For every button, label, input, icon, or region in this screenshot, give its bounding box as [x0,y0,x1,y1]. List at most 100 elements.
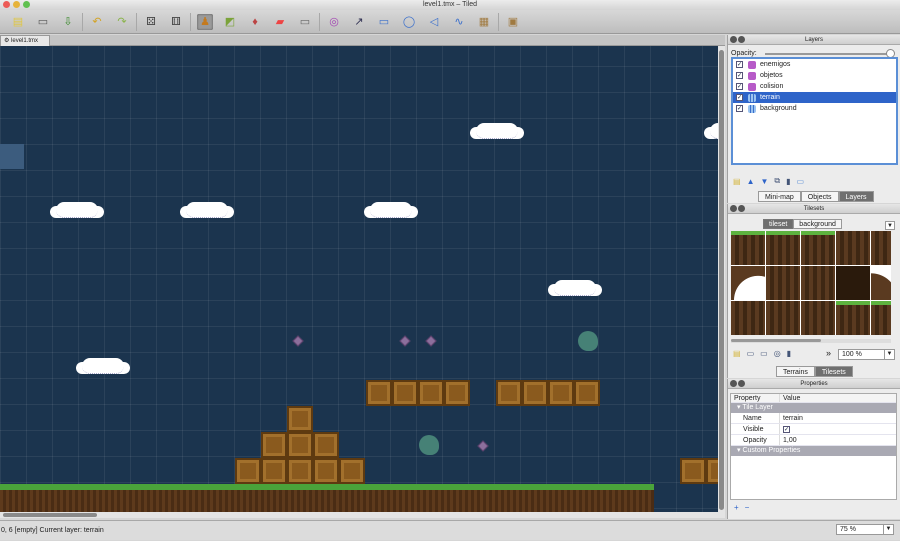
tab-layers[interactable]: Layers [838,191,874,202]
save-file-icon[interactable]: ⇩ [60,14,76,30]
rect-select-icon[interactable]: ▭ [297,14,313,30]
terrain-brush-icon[interactable]: ◩ [222,14,238,30]
tab-tilesets[interactable]: Tilesets [814,366,853,377]
tab-mini-map[interactable]: Mini-map [758,191,801,202]
tile[interactable] [836,301,870,335]
visible-checkbox[interactable]: ✓ [783,426,790,433]
property-row-name[interactable]: Name terrain [731,413,896,424]
document-tab[interactable]: ⚙ level1.tmx [0,35,50,46]
tile[interactable] [801,231,835,265]
duplicate-layer-icon[interactable]: ⧉ [774,176,780,186]
export-tileset-icon[interactable]: ▭ [760,349,768,358]
custom-properties-group[interactable]: ▾ Custom Properties [731,446,896,456]
scroll-thumb[interactable] [719,50,724,510]
insert-image-icon[interactable]: ▣ [505,14,521,30]
tab-tileset[interactable]: tileset [763,219,794,229]
layer-row-colision[interactable]: ✓ colision [733,81,896,92]
tab-background[interactable]: background [793,219,842,229]
tile[interactable] [836,266,870,300]
bucket-fill-icon[interactable]: ♦ [247,14,263,30]
property-row-visible[interactable]: Visible ✓ [731,424,896,435]
scroll-thumb[interactable] [731,339,821,342]
remove-property-icon[interactable]: − [745,503,750,512]
dice-icon[interactable]: ⚅ [168,14,184,30]
map-zoom-select[interactable]: 75 % ▼ [836,524,894,535]
insert-ellipse-icon[interactable]: ◯ [401,14,417,30]
import-tileset-icon[interactable]: ▭ [747,349,755,358]
scroll-thumb[interactable] [3,513,97,517]
tile[interactable] [871,231,891,265]
property-value[interactable]: ✓ [780,424,896,434]
undo-icon[interactable]: ↶ [89,14,105,30]
insert-polyline-icon[interactable]: ∿ [451,14,467,30]
open-file-icon[interactable]: ▭ [35,14,51,30]
value-column-header[interactable]: Value [780,394,896,402]
random-mode-icon[interactable]: ⚄ [143,14,159,30]
property-value[interactable]: 1,00 [780,435,896,445]
tab-terrains[interactable]: Terrains [776,366,815,377]
add-property-icon[interactable]: + [734,503,739,512]
insert-rectangle-icon[interactable]: ▭ [376,14,392,30]
map-canvas[interactable] [0,46,718,512]
magic-wand-icon[interactable]: ◎ [326,14,342,30]
tile-layer-group[interactable]: ▾ Tile Layer [731,403,896,413]
zoom-window-button[interactable] [23,1,30,8]
opacity-slider[interactable] [765,53,893,55]
redo-icon[interactable]: ↷ [114,14,130,30]
delete-layer-icon[interactable]: ▮ [786,177,790,186]
lower-layer-icon[interactable]: ▼ [760,177,768,186]
tile[interactable] [836,231,870,265]
tileset-zoom-select[interactable]: 100 % ▼ [838,349,895,360]
tile[interactable] [801,266,835,300]
minimize-window-button[interactable] [13,1,20,8]
raise-layer-icon[interactable]: ▲ [747,177,755,186]
visibility-checkbox[interactable]: ✓ [736,94,743,101]
layer-row-objetos[interactable]: ✓ objetos [733,70,896,81]
new-layer-icon[interactable]: ▤ [733,177,741,186]
insert-polygon-icon[interactable]: ◁ [426,14,442,30]
tile[interactable] [766,231,800,265]
edit-polygon-icon[interactable]: ↗ [351,14,367,30]
tileset-menu-button[interactable]: ▼ [885,221,895,230]
vertical-scrollbar[interactable] [718,46,725,512]
tile[interactable] [731,266,765,300]
layer-properties-icon[interactable]: ▭ [797,177,805,186]
visibility-checkbox[interactable]: ✓ [736,61,743,68]
tile[interactable] [871,301,891,335]
property-column-header[interactable]: Property [731,394,780,402]
tile[interactable] [731,231,765,265]
close-panel-icon[interactable] [730,380,737,387]
tile[interactable] [731,301,765,335]
stamp-brush-icon[interactable]: ♟ [197,13,213,30]
tile[interactable] [801,301,835,335]
horizontal-scrollbar[interactable] [0,512,725,518]
float-panel-icon[interactable] [738,36,745,43]
visibility-checkbox[interactable]: ✓ [736,83,743,90]
delete-tileset-icon[interactable]: ▮ [787,349,791,358]
tile[interactable] [871,266,891,300]
property-value[interactable]: terrain [780,413,896,423]
layer-row-terrain[interactable]: ✓ terrain [733,92,896,103]
tile[interactable] [766,301,800,335]
visibility-checkbox[interactable]: ✓ [736,72,743,79]
new-tileset-icon[interactable]: ▤ [733,349,741,358]
edit-terrain-icon[interactable]: ◎ [774,349,781,358]
close-panel-icon[interactable] [730,205,737,212]
insert-tile-icon[interactable]: ▦ [476,14,492,30]
tab-objects[interactable]: Objects [800,191,839,202]
close-window-button[interactable] [3,1,10,8]
float-panel-icon[interactable] [738,205,745,212]
tile[interactable] [766,266,800,300]
layer-row-enemigos[interactable]: ✓ enemigos [733,59,896,70]
layer-row-background[interactable]: ✓ background [733,103,896,114]
tileset-view[interactable] [731,231,891,335]
new-file-icon[interactable]: ▤ [10,14,26,30]
layer-name: enemigos [760,61,791,68]
property-row-opacity[interactable]: Opacity 1,00 [731,435,896,446]
float-panel-icon[interactable] [738,380,745,387]
tileset-more-icon[interactable]: » [826,348,831,358]
tileset-hscroll[interactable] [731,339,891,343]
eraser-icon[interactable]: ▰ [272,14,288,30]
visibility-checkbox[interactable]: ✓ [736,105,743,112]
close-panel-icon[interactable] [730,36,737,43]
